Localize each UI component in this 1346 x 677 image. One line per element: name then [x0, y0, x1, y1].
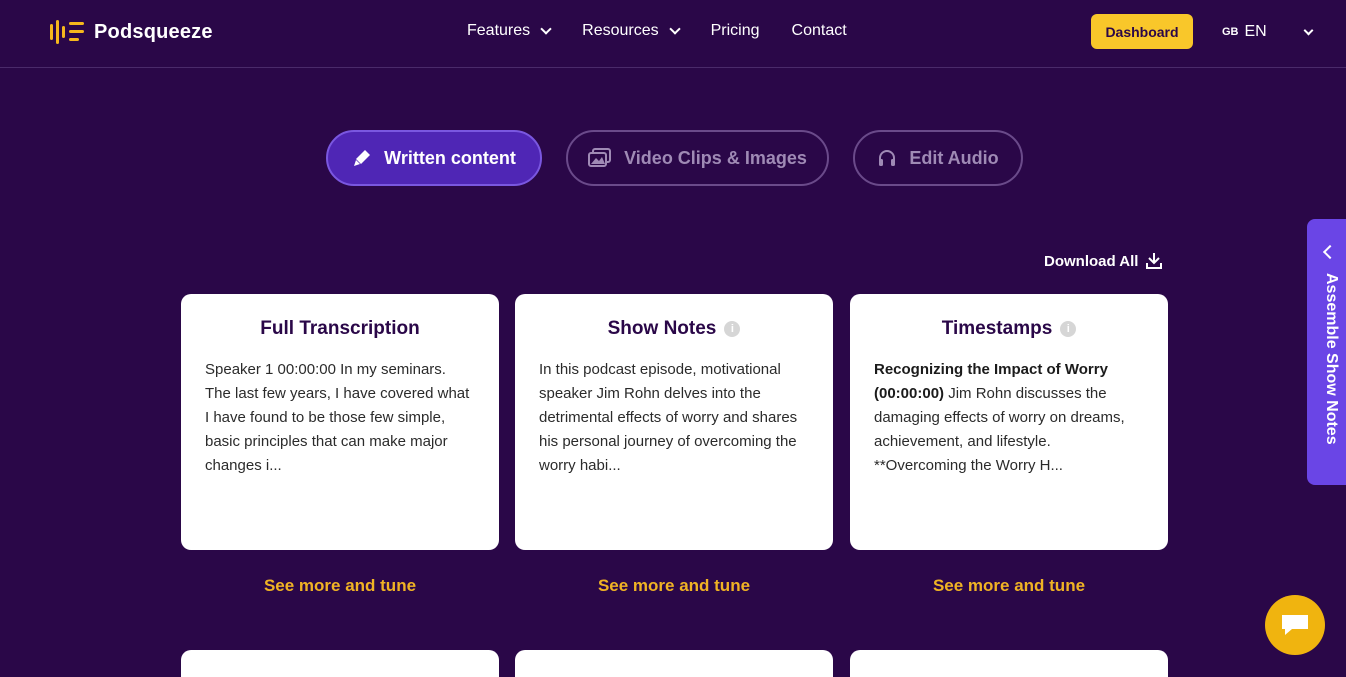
assemble-show-notes-tab[interactable]: Assemble Show Notes — [1307, 219, 1346, 485]
nav-contact[interactable]: Contact — [792, 22, 847, 40]
nav-features[interactable]: Features — [467, 22, 552, 40]
tab-label: Written content — [384, 147, 516, 168]
pen-icon — [354, 150, 371, 166]
card-body: Speaker 1 00:00:00 In my seminars. The l… — [205, 358, 475, 478]
info-icon[interactable]: i — [1060, 321, 1077, 337]
nav-pricing[interactable]: Pricing — [711, 22, 760, 40]
tab-written-content[interactable]: Written content — [326, 130, 542, 186]
see-more-link[interactable]: See more and tune — [181, 576, 499, 596]
headphones-icon — [879, 150, 896, 166]
tab-video-clips-images[interactable]: Video Clips & Images — [566, 130, 829, 186]
card-body: Recognizing the Impact of Worry (00:00:0… — [874, 358, 1144, 478]
card-title: Full Transcription — [205, 318, 475, 340]
tab-edit-audio[interactable]: Edit Audio — [853, 130, 1023, 186]
main-nav: Features Resources Pricing Contact — [467, 22, 847, 40]
chat-button[interactable] — [1265, 595, 1325, 655]
info-icon[interactable]: i — [724, 321, 741, 337]
flag-icon: GB — [1222, 26, 1239, 38]
chevron-left-icon — [1322, 244, 1338, 260]
chevron-down-icon — [668, 23, 681, 35]
chat-icon — [1282, 615, 1308, 635]
language-selector[interactable]: GB EN — [1222, 23, 1314, 41]
card-title: Show Notes i — [539, 318, 809, 340]
card-title-text: Full Transcription — [260, 318, 420, 339]
download-icon — [1146, 253, 1163, 269]
see-more-link[interactable]: See more and tune — [515, 576, 833, 596]
nav-pricing-label: Pricing — [710, 22, 760, 39]
download-all-label: Download All — [1044, 252, 1139, 270]
card-show-notes[interactable]: Show Notes i In this podcast episode, mo… — [515, 294, 833, 550]
nav-features-label: Features — [467, 22, 531, 39]
tab-label: Video Clips & Images — [624, 147, 807, 168]
download-all-button[interactable]: Download All — [1044, 252, 1163, 270]
card-next-row[interactable] — [850, 650, 1168, 677]
chevron-down-icon — [540, 23, 552, 35]
chevron-down-icon — [1303, 25, 1314, 35]
brand-logo[interactable]: Podsqueeze — [50, 20, 213, 44]
nav-resources[interactable]: Resources — [582, 22, 681, 40]
side-tab-label: Assemble Show Notes — [1323, 273, 1340, 445]
nav-contact-label: Contact — [791, 22, 847, 39]
card-next-row[interactable] — [181, 650, 499, 677]
see-more-link[interactable]: See more and tune — [850, 576, 1168, 596]
brand-name: Podsqueeze — [94, 20, 213, 43]
card-title-text: Show Notes — [607, 318, 717, 339]
tab-label: Edit Audio — [909, 147, 999, 168]
logo-icon — [50, 20, 86, 44]
card-body: In this podcast episode, motivational sp… — [539, 358, 809, 478]
card-title-text: Timestamps — [941, 318, 1053, 339]
card-body-text: Speaker 1 00:00:00 In my seminars. The l… — [205, 361, 470, 474]
images-icon — [588, 148, 612, 167]
nav-resources-label: Resources — [582, 22, 659, 39]
top-navbar: Podsqueeze Features Resources Pricing Co… — [0, 0, 1346, 68]
card-title: Timestamps i — [874, 318, 1144, 340]
card-full-transcription[interactable]: Full Transcription Speaker 1 00:00:00 In… — [181, 294, 499, 550]
dashboard-button[interactable]: Dashboard — [1091, 14, 1193, 49]
card-body-text: In this podcast episode, motivational sp… — [539, 361, 798, 474]
language-code: EN — [1244, 23, 1267, 40]
card-next-row[interactable] — [515, 650, 833, 677]
card-timestamps[interactable]: Timestamps i Recognizing the Impact of W… — [850, 294, 1168, 550]
